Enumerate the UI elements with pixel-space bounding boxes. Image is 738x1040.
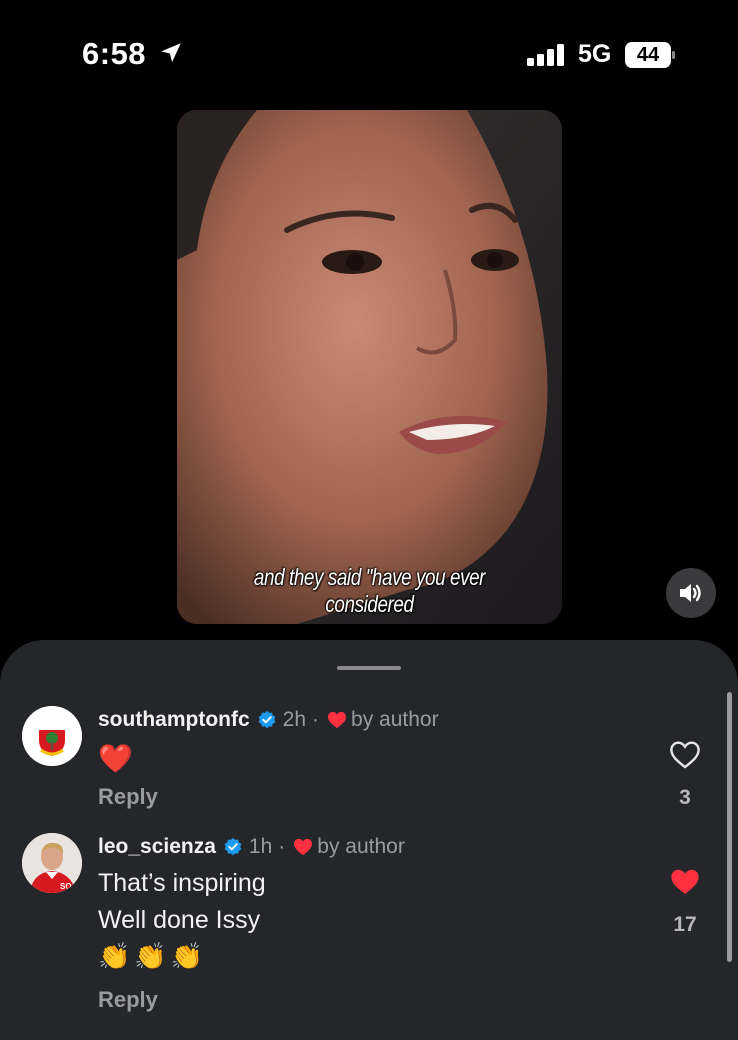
svg-text:SO: SO	[60, 882, 72, 891]
comment-text-line: 👏👏👏	[98, 941, 208, 971]
comment-text-line: That’s inspiring	[98, 869, 266, 897]
scrollbar[interactable]	[727, 692, 732, 962]
reply-button[interactable]: Reply	[98, 784, 158, 810]
speaker-icon	[680, 584, 701, 602]
verified-badge-icon	[258, 710, 275, 729]
comment-text: ❤️	[98, 743, 133, 774]
clock-time: 6:58	[82, 36, 147, 71]
comment-time: 1h	[248, 835, 273, 858]
like-count: 3	[679, 786, 691, 809]
video-caption: and they said "have you ever considered	[253, 564, 486, 617]
comment-header: southamptonfc 2h · by author	[98, 708, 439, 732]
sheet-drag-handle[interactable]	[337, 666, 401, 670]
battery-level: 44	[636, 44, 660, 66]
network-type: 5G	[578, 40, 612, 68]
comment-text-line: Well done Issy	[98, 906, 261, 934]
comments-sheet: southamptonfc 2h · by author ❤️ Reply 3	[0, 640, 738, 1040]
comment-time: 2h	[282, 708, 307, 731]
club-crest-icon	[22, 706, 82, 766]
separator-dot: ·	[312, 708, 320, 731]
verified-badge-icon	[224, 837, 242, 856]
avatar[interactable]: SO	[22, 833, 82, 893]
like-count: 17	[673, 913, 697, 936]
comment-username[interactable]: southamptonfc	[98, 708, 250, 732]
heart-filled-icon[interactable]	[669, 867, 701, 897]
cellular-signal-icon	[527, 44, 564, 66]
status-bar: 6:58 5G 44	[0, 0, 738, 110]
video-player[interactable]: and they said "have you ever considered	[177, 110, 562, 624]
sound-toggle-button[interactable]	[666, 568, 716, 618]
video-frame-face	[177, 110, 562, 624]
user-photo-icon: SO	[22, 833, 82, 893]
liked-by-author-label: by author	[317, 835, 405, 858]
liked-by-author-heart-icon	[328, 711, 347, 729]
liked-by-author-label: by author	[351, 708, 439, 731]
heart-outline-icon[interactable]	[669, 740, 701, 770]
reply-button[interactable]: Reply	[98, 987, 158, 1013]
location-arrow-icon	[161, 43, 181, 63]
separator-dot: ·	[278, 835, 286, 858]
comment-username[interactable]: leo_scienza	[98, 835, 216, 859]
comment-header: leo_scienza 1h · by author	[98, 835, 405, 859]
liked-by-author-heart-icon	[294, 838, 313, 856]
avatar[interactable]	[22, 706, 82, 766]
